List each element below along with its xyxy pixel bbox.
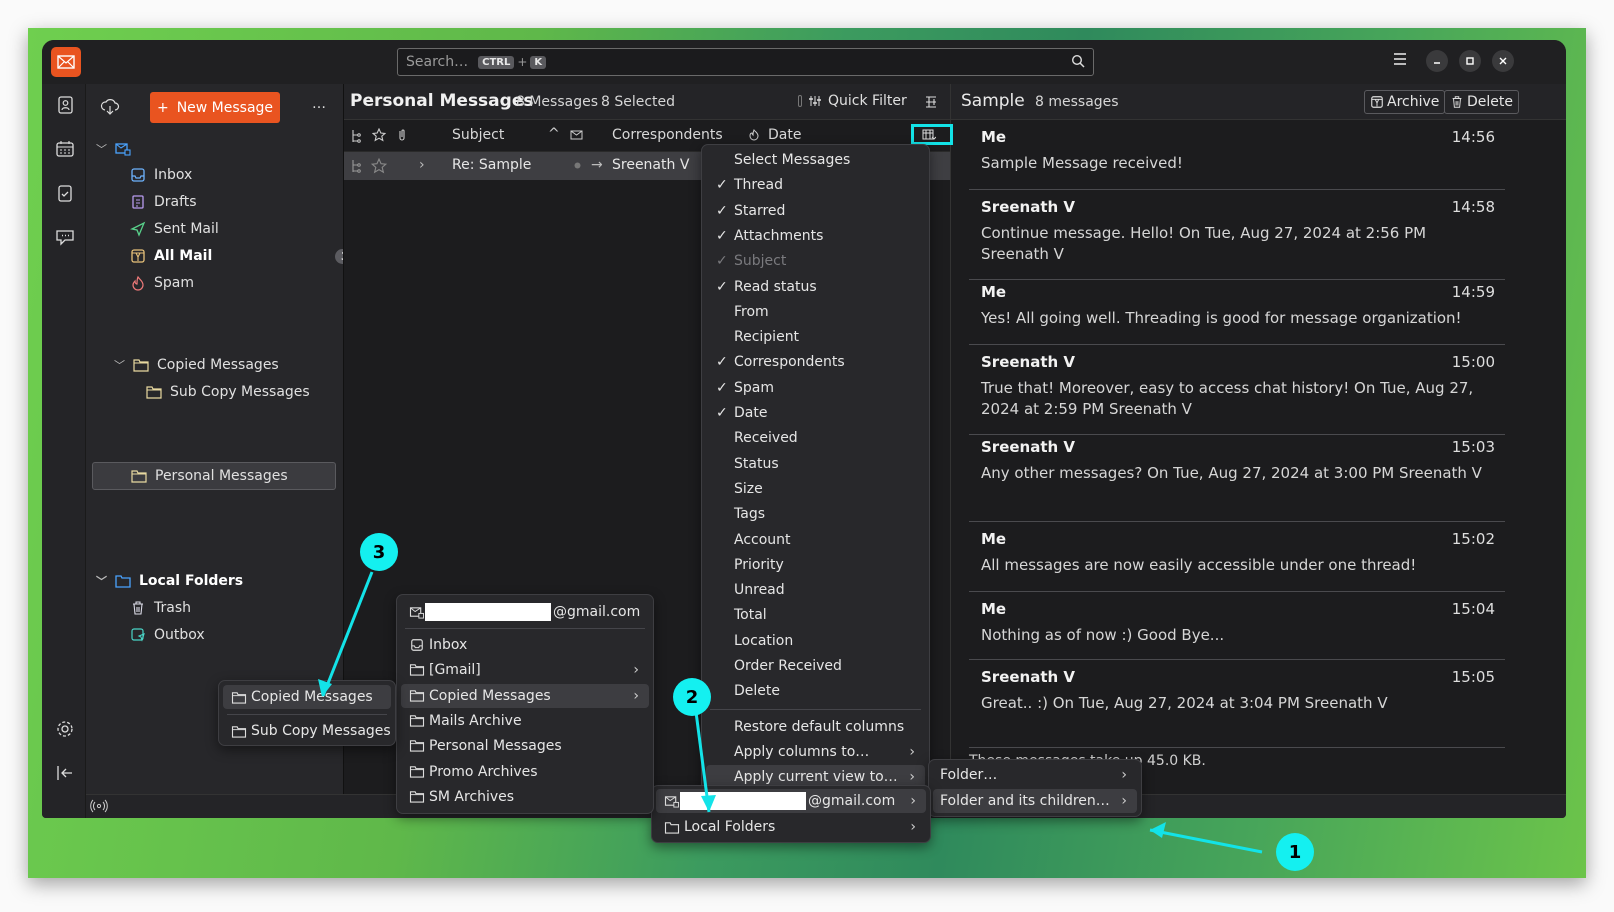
- callout-1: 1: [1276, 833, 1314, 871]
- callout-2: 2: [673, 678, 711, 716]
- arrowhead-1: [1150, 822, 1166, 838]
- annotation-arrows: [318, 571, 1263, 854]
- arrowhead-2: [701, 795, 716, 812]
- arrow-3: [321, 571, 374, 697]
- arrow-1: [1149, 828, 1263, 854]
- callout-3: 3: [360, 533, 398, 571]
